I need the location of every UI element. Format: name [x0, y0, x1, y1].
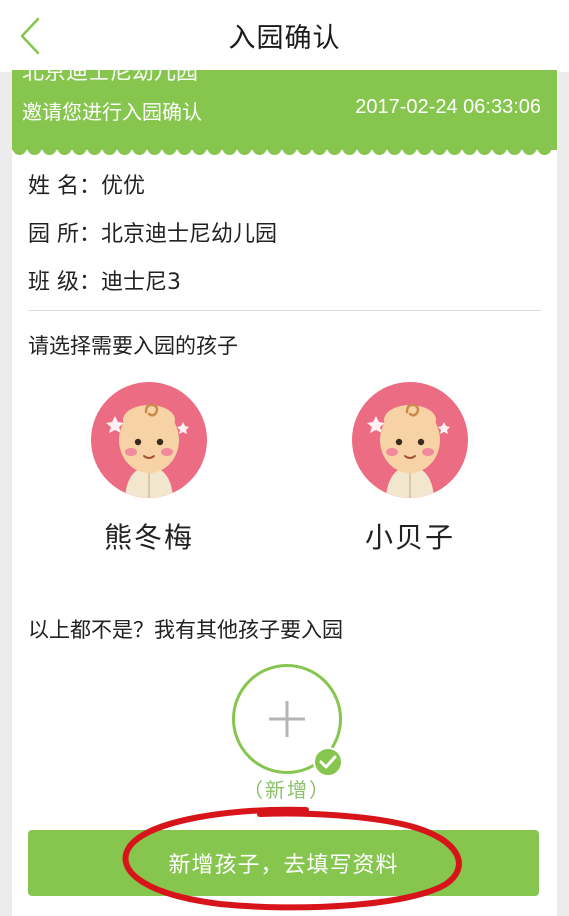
invite-message: 邀请您进行入园确认	[22, 100, 202, 124]
add-child-option[interactable]: （新增）	[228, 664, 346, 803]
info-class-row: 班 级：迪士尼3	[28, 264, 181, 296]
add-child-circle[interactable]	[232, 664, 343, 777]
child-name: 熊冬梅	[103, 521, 194, 554]
name-value: 优优	[101, 174, 146, 199]
add-child-submit-button[interactable]: 新增孩子，去填写资料	[28, 830, 539, 896]
check-icon	[313, 747, 343, 777]
other-child-prompt: 以上都不是？我有其他孩子要入园	[28, 618, 343, 642]
school-value: 北京迪士尼幼儿园	[101, 222, 278, 247]
baby-avatar-icon	[91, 382, 207, 498]
page-title: 入园确认	[228, 23, 341, 54]
select-child-prompt: 请选择需要入园的孩子	[28, 334, 238, 358]
child-name: 小贝子	[364, 521, 455, 554]
child-option[interactable]: 小贝子	[345, 382, 475, 556]
info-school-row: 园 所：北京迪士尼幼儿园	[28, 216, 277, 248]
info-name-row: 姓 名：优优	[28, 168, 145, 200]
confirm-card: 姓 名：优优 园 所：北京迪士尼幼儿园 班 级：迪士尼3 请选择需要入园的孩子	[12, 150, 557, 916]
child-option[interactable]: 熊冬梅	[84, 382, 214, 556]
nav-bar: 入园确认	[0, 0, 569, 72]
class-value: 迪士尼3	[101, 270, 181, 295]
divider	[28, 310, 541, 311]
name-label: 姓 名：	[28, 174, 101, 199]
school-label: 园 所：	[28, 222, 101, 247]
scallop-edge	[12, 142, 557, 155]
invite-timestamp: 2017-02-24 06:33:06	[355, 96, 541, 118]
class-label: 班 级：	[28, 270, 101, 295]
baby-avatar-icon	[352, 382, 468, 498]
invite-banner: 北京迪士尼幼儿园 邀请您进行入园确认 2017-02-24 06:33:06	[12, 70, 557, 152]
invite-school-name: 北京迪士尼幼儿园	[22, 70, 199, 85]
